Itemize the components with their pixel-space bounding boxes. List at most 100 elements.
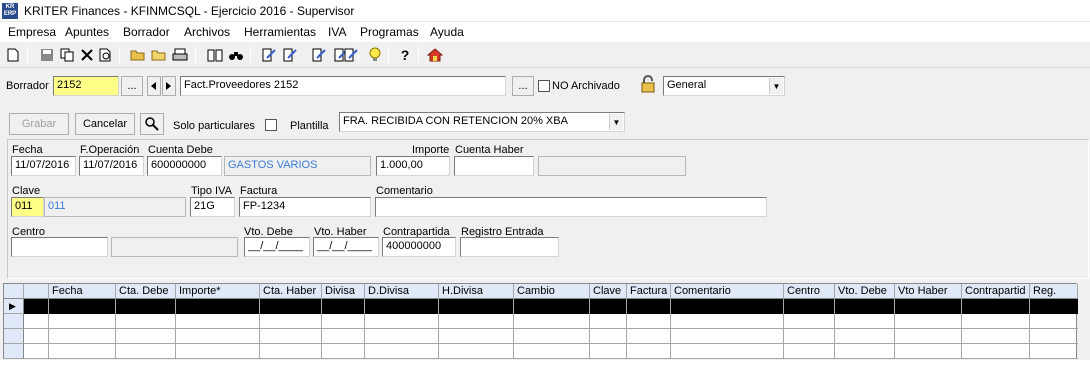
grid-row-header xyxy=(4,344,24,359)
foperacion-label: F.Operación xyxy=(80,144,140,156)
menu-ayuda[interactable]: Ayuda xyxy=(430,25,464,39)
cuenta-debe-input[interactable]: 600000000 xyxy=(147,156,222,176)
solo-particulares-checkbox[interactable] xyxy=(265,119,277,131)
grid-header-comentario[interactable]: Comentario xyxy=(671,284,784,299)
copy-icon[interactable] xyxy=(58,46,76,64)
grid-header-fecha[interactable]: Fecha xyxy=(49,284,116,299)
grid-column-line xyxy=(834,299,835,359)
book-icon[interactable] xyxy=(206,46,224,64)
importe-input[interactable]: 1.000,00 xyxy=(376,156,450,176)
save-disk-icon[interactable] xyxy=(38,46,56,64)
cuenta-debe-label: Cuenta Debe xyxy=(148,144,213,156)
entries-grid[interactable]: Fecha Cta. Debe Importe* Cta. Haber Divi… xyxy=(3,283,1078,359)
lightbulb-icon[interactable] xyxy=(366,46,384,64)
preview-icon[interactable] xyxy=(97,46,115,64)
lock-icon[interactable] xyxy=(640,75,656,93)
grid-row-selected[interactable] xyxy=(24,299,1078,314)
grid-header-importe[interactable]: Importe* xyxy=(176,284,260,299)
tipo-iva-label: Tipo IVA xyxy=(191,185,232,197)
tipo-iva-input[interactable]: 21G xyxy=(190,197,235,217)
grid-header-vto-debe[interactable]: Vto. Debe xyxy=(835,284,895,299)
new-document-icon[interactable] xyxy=(4,46,22,64)
grid-row-header xyxy=(4,314,24,329)
grid-column-line xyxy=(259,299,260,359)
grabar-button[interactable]: Grabar xyxy=(9,113,69,135)
toolbar-separator xyxy=(358,47,359,63)
document-tag-icon[interactable] xyxy=(310,46,328,64)
comentario-label: Comentario xyxy=(376,185,433,197)
folder-icon[interactable] xyxy=(150,46,168,64)
cuenta-haber-input[interactable] xyxy=(454,156,534,176)
grid-header-reg[interactable]: Reg. xyxy=(1030,284,1078,299)
app-icon: KR ERP xyxy=(2,3,18,19)
vto-debe-input[interactable]: __/__/____ xyxy=(244,237,310,257)
description-browse-button[interactable]: ... xyxy=(512,76,534,96)
home-icon[interactable] xyxy=(426,46,444,64)
borrador-label: Borrador xyxy=(6,80,49,92)
registro-entrada-input[interactable] xyxy=(460,237,559,257)
toolbar-separator xyxy=(119,47,120,63)
importe-label: Importe xyxy=(412,144,450,156)
grid-header-factura[interactable]: Factura xyxy=(627,284,671,299)
row-indicator-icon: ▶ xyxy=(4,299,24,314)
menu-archivos[interactable]: Archivos xyxy=(184,25,230,39)
borrador-browse-button[interactable]: ... xyxy=(121,76,143,96)
menu-empresa[interactable]: Empresa xyxy=(8,25,56,39)
grid-column-line xyxy=(48,299,49,359)
solo-particulares-label: Solo particulares xyxy=(173,120,255,132)
grid-body[interactable] xyxy=(24,314,1078,359)
next-arrow-icon[interactable] xyxy=(162,76,176,96)
borrador-description-input[interactable]: Fact.Proveedores 2152 xyxy=(180,76,506,96)
vto-haber-input[interactable]: __/__/____ xyxy=(313,237,379,257)
document-pen-icon[interactable] xyxy=(281,46,299,64)
open-folder-icon[interactable] xyxy=(129,46,147,64)
grid-header-d-divisa[interactable]: D.Divisa xyxy=(365,284,439,299)
document-edit-icon[interactable] xyxy=(260,46,278,64)
grid-column-line xyxy=(438,299,439,359)
toolbar-separator xyxy=(250,47,251,63)
no-archivado-checkbox[interactable] xyxy=(538,80,550,92)
grid-column-line xyxy=(364,299,365,359)
print-icon[interactable] xyxy=(171,46,189,64)
cancelar-button[interactable]: Cancelar xyxy=(75,113,135,135)
prev-arrow-icon[interactable] xyxy=(147,76,161,96)
fecha-input[interactable]: 11/07/2016 xyxy=(11,156,76,176)
title-bar: KR ERP KRITER Finances - KFINMCSQL - Eje… xyxy=(0,0,1090,22)
fecha-label: Fecha xyxy=(12,144,43,156)
menu-apuntes[interactable]: Apuntes xyxy=(65,25,109,39)
grid-header-cta-debe[interactable]: Cta. Debe xyxy=(116,284,176,299)
grid-header-vto-haber[interactable]: Vto Haber xyxy=(895,284,962,299)
borrador-input[interactable]: 2152 xyxy=(53,76,119,96)
contrapartida-input[interactable]: 400000000 xyxy=(382,237,456,257)
menu-borrador[interactable]: Borrador xyxy=(123,25,170,39)
binoculars-icon[interactable] xyxy=(227,46,245,64)
foperacion-input[interactable]: 11/07/2016 xyxy=(79,156,144,176)
grid-header-cambio[interactable]: Cambio xyxy=(514,284,590,299)
plantilla-select[interactable]: FRA. RECIBIDA CON RETENCION 20% XBA ▼ xyxy=(339,112,625,132)
grid-header-clave[interactable]: Clave xyxy=(590,284,627,299)
menu-iva[interactable]: IVA xyxy=(328,25,346,39)
menu-programas[interactable]: Programas xyxy=(360,25,419,39)
comentario-input[interactable] xyxy=(375,197,767,217)
diario-select[interactable]: General ▼ xyxy=(663,76,785,96)
grid-header-centro[interactable]: Centro xyxy=(784,284,835,299)
menu-bar: Empresa Apuntes Borrador Archivos Herram… xyxy=(0,22,1090,42)
clave-label: Clave xyxy=(12,185,41,197)
grid-column-line xyxy=(961,299,962,359)
centro-input[interactable] xyxy=(11,237,108,257)
help-icon[interactable]: ? xyxy=(396,46,414,64)
clave-input[interactable]: 011 xyxy=(11,197,44,217)
factura-label: Factura xyxy=(240,185,278,197)
menu-herramientas[interactable]: Herramientas xyxy=(244,25,316,39)
grid-header-h-divisa[interactable]: H.Divisa xyxy=(439,284,514,299)
search-icon[interactable] xyxy=(140,113,164,135)
grid-column-line xyxy=(670,299,671,359)
chevron-down-icon[interactable]: ▼ xyxy=(769,78,783,94)
delete-x-icon[interactable] xyxy=(78,46,96,64)
factura-input[interactable]: FP-1234 xyxy=(239,197,371,217)
grid-header-divisa[interactable]: Divisa xyxy=(322,284,365,299)
chevron-down-icon[interactable]: ▼ xyxy=(609,114,623,130)
grid-header-contrapartid[interactable]: Contrapartid xyxy=(962,284,1030,299)
grid-column-line xyxy=(115,299,116,359)
grid-header-cta-haber[interactable]: Cta. Haber xyxy=(260,284,322,299)
